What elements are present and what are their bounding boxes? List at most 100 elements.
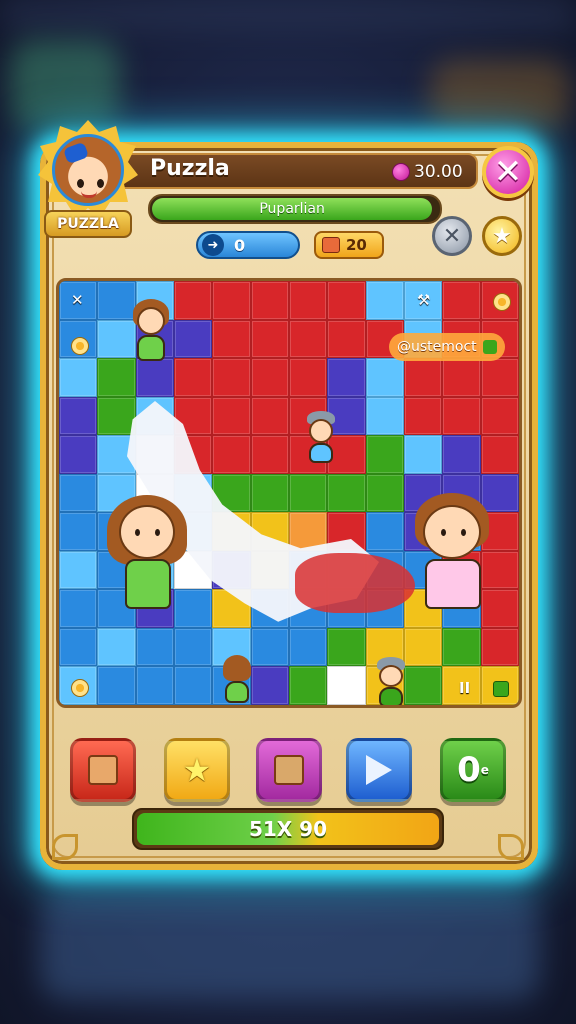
puzzle-piece[interactable] <box>250 666 289 705</box>
star-icon: ★ <box>182 751 212 789</box>
puzzle-piece[interactable] <box>135 666 174 705</box>
puzzle-piece[interactable] <box>327 319 366 359</box>
avatar-mouth <box>81 191 97 198</box>
puzzle-piece[interactable] <box>59 473 98 513</box>
puzzle-piece[interactable] <box>403 666 443 705</box>
x-icon: ✕ <box>442 223 462 249</box>
puzzle-piece[interactable] <box>365 512 404 551</box>
puzzle-piece[interactable] <box>288 358 328 397</box>
puzzle-piece[interactable] <box>403 358 443 397</box>
character-hat-small <box>373 657 409 705</box>
puzzle-piece[interactable] <box>480 358 519 397</box>
shuffle-icon[interactable]: ✕ <box>71 291 84 309</box>
puzzle-piece[interactable] <box>173 627 213 667</box>
puzzle-piece[interactable] <box>250 627 289 667</box>
box-button[interactable] <box>70 738 136 802</box>
puzzle-piece[interactable] <box>442 627 481 667</box>
character-hair <box>223 655 251 681</box>
puzzle-piece[interactable] <box>480 396 519 436</box>
puzzle-piece[interactable] <box>59 358 98 397</box>
flower-icon <box>71 337 89 355</box>
puzzle-piece[interactable] <box>403 435 443 474</box>
puzzle-piece[interactable] <box>250 473 289 513</box>
puzzle-piece[interactable] <box>288 319 328 359</box>
puzzle-piece[interactable] <box>59 627 98 667</box>
puzzle-piece[interactable] <box>365 435 404 474</box>
puzzle-piece[interactable] <box>403 627 443 667</box>
puzzle-piece[interactable] <box>442 358 481 397</box>
character-boy-small <box>129 299 173 369</box>
puzzle-piece[interactable] <box>288 281 328 320</box>
puzzle-piece[interactable] <box>327 358 366 397</box>
player-avatar[interactable]: PUZZLA <box>38 120 138 240</box>
puzzle-piece[interactable] <box>480 435 519 474</box>
character-head <box>137 307 165 335</box>
box-icon <box>88 755 118 785</box>
avatar-eye <box>77 179 84 188</box>
puzzle-piece[interactable] <box>173 281 213 320</box>
puzzle-piece[interactable] <box>327 666 366 705</box>
puzzle-piece[interactable] <box>365 358 404 397</box>
puzzle-piece[interactable] <box>212 396 251 436</box>
puzzle-piece[interactable] <box>59 589 98 628</box>
puzzle-piece[interactable] <box>250 319 289 359</box>
puzzle-piece[interactable] <box>59 550 98 590</box>
score-bar: 51X 90 <box>132 808 444 850</box>
puzzle-piece[interactable] <box>59 435 98 474</box>
character-boy <box>409 493 505 625</box>
puzzle-piece[interactable] <box>173 666 213 705</box>
close-button[interactable]: ✕ <box>482 146 534 198</box>
puzzle-board[interactable]: ✕ ⚒ II @ustemoct <box>56 278 522 708</box>
coin-value: 30.00 <box>414 162 463 182</box>
puzzle-piece[interactable] <box>97 627 136 667</box>
puzzle-piece[interactable] <box>288 473 328 513</box>
puzzle-piece[interactable] <box>403 396 443 436</box>
pause-icon[interactable]: II <box>459 679 470 697</box>
puzzle-piece[interactable] <box>327 473 366 513</box>
counter-button[interactable]: 0e <box>440 738 506 802</box>
play-button[interactable] <box>346 738 412 802</box>
puzzle-piece[interactable] <box>288 627 328 667</box>
coin-counter: 30.00 <box>392 160 463 184</box>
character-head <box>119 505 175 559</box>
puzzle-piece[interactable] <box>173 358 213 397</box>
piece-tray-icon[interactable] <box>493 681 509 697</box>
score-bar-fill: 51X 90 <box>137 813 439 845</box>
cancel-button[interactable]: ✕ <box>432 216 472 256</box>
avatar-face <box>52 134 124 206</box>
puzzle-piece[interactable] <box>212 358 251 397</box>
bag-button[interactable] <box>256 738 322 802</box>
star-button[interactable]: ★ <box>164 738 230 802</box>
character-girl <box>105 495 195 625</box>
puzzle-piece[interactable] <box>59 512 98 551</box>
puzzle-piece[interactable] <box>365 396 404 436</box>
puzzle-piece[interactable] <box>97 666 136 705</box>
puzzle-piece[interactable] <box>327 627 366 667</box>
puzzle-piece[interactable] <box>250 396 289 436</box>
puzzle-piece[interactable] <box>250 358 289 397</box>
puzzle-piece[interactable] <box>250 281 289 320</box>
tool-icon[interactable]: ⚒ <box>417 291 430 309</box>
puzzle-piece[interactable] <box>327 281 366 320</box>
puzzle-piece[interactable] <box>97 396 136 436</box>
puzzle-piece[interactable] <box>212 435 251 474</box>
puzzle-piece[interactable] <box>365 281 404 320</box>
puzzle-piece[interactable] <box>59 396 98 436</box>
score-bar-label: 51X 90 <box>248 817 328 841</box>
puzzle-piece[interactable] <box>442 281 481 320</box>
puzzle-piece[interactable] <box>288 666 328 705</box>
background-blur <box>430 60 570 130</box>
puzzle-piece[interactable] <box>480 627 519 667</box>
puzzle-piece[interactable] <box>212 319 251 359</box>
flower-icon <box>493 293 511 311</box>
game-title: Puzzla <box>150 156 230 181</box>
puzzle-piece[interactable] <box>173 319 213 359</box>
avatar-eye <box>97 179 104 188</box>
puzzle-piece[interactable] <box>442 435 481 474</box>
puzzle-piece[interactable] <box>442 396 481 436</box>
puzzle-piece[interactable] <box>365 473 404 513</box>
favorite-button[interactable]: ★ <box>482 216 522 256</box>
puzzle-piece[interactable] <box>135 627 174 667</box>
puzzle-piece[interactable] <box>250 435 289 474</box>
puzzle-piece[interactable] <box>212 281 251 320</box>
